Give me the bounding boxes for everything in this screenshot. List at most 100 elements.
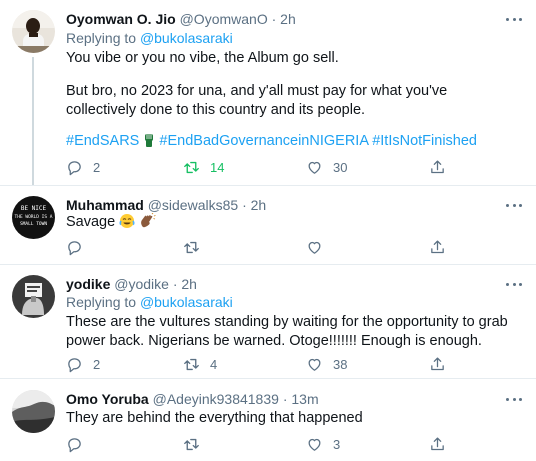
- retweet-icon: [184, 438, 199, 450]
- avatar[interactable]: [12, 390, 55, 433]
- tweet-omo-yoruba[interactable]: Omo Yoruba @Adeyink93841839 · 13m They a…: [0, 379, 536, 461]
- retweet-icon: [184, 358, 199, 370]
- user-handle[interactable]: @OyomwanO: [180, 11, 268, 27]
- replying-to: Replying to @bukolasaraki: [66, 293, 233, 311]
- avatar[interactable]: [12, 275, 55, 318]
- tweet-oyomwan[interactable]: Oyomwan O. Jio @OyomwanO · 2h Replying t…: [0, 0, 536, 185]
- replying-to: Replying to @bukolasaraki: [66, 29, 233, 47]
- timestamp[interactable]: 2h: [181, 276, 197, 292]
- hand-holding-sign-avatar-icon: [12, 275, 55, 318]
- more-options-icon[interactable]: [506, 16, 522, 22]
- tweet-header: yodike @yodike · 2h: [66, 275, 197, 293]
- svg-text:BE NICE: BE NICE: [21, 205, 47, 212]
- hashtag-link[interactable]: #EndSARS: [66, 133, 139, 149]
- retweet-icon: [184, 241, 199, 253]
- share-icon: [431, 239, 444, 253]
- separator-dot: ·: [282, 391, 288, 407]
- separator-dot: ·: [271, 11, 277, 27]
- svg-text:SMALL TOWN: SMALL TOWN: [20, 221, 47, 227]
- more-options-icon[interactable]: [506, 202, 522, 208]
- timestamp[interactable]: 2h: [280, 11, 296, 27]
- replying-to-link[interactable]: @bukolasaraki: [140, 294, 233, 310]
- timestamp[interactable]: 2h: [251, 197, 267, 213]
- user-handle[interactable]: @yodike: [114, 276, 169, 292]
- share-button[interactable]: [429, 355, 446, 373]
- share-button[interactable]: [429, 435, 446, 453]
- like-count: 38: [333, 356, 348, 372]
- more-options-icon[interactable]: [506, 281, 522, 287]
- clapping-hands-icon: [141, 213, 156, 228]
- tweet-actions: 3: [66, 435, 456, 453]
- share-button[interactable]: [429, 158, 446, 176]
- reply-button[interactable]: [66, 238, 83, 256]
- heart-icon: [308, 241, 321, 254]
- like-count: 3: [333, 436, 341, 452]
- retweet-button[interactable]: 14: [183, 158, 224, 176]
- tweet-text: But bro, no 2023 for una, and y'all must…: [66, 83, 448, 118]
- separator-dot: ·: [172, 276, 178, 292]
- avatar[interactable]: [12, 10, 55, 53]
- be-nice-avatar-icon: BE NICE THE WORLD IS A SMALL TOWN: [12, 196, 55, 239]
- tweet-text: You vibe or you no vibe, the Album go se…: [66, 50, 339, 66]
- reply-icon: [68, 357, 81, 372]
- thread-line: [32, 57, 34, 185]
- like-button[interactable]: 3: [306, 435, 340, 453]
- hashtag-link[interactable]: #ItIsNotFinished: [372, 133, 477, 149]
- heart-icon: [308, 161, 321, 174]
- heart-icon: [308, 358, 321, 371]
- svg-text:THE WORLD IS A: THE WORLD IS A: [15, 214, 53, 220]
- like-button[interactable]: 30: [306, 158, 347, 176]
- retweet-button[interactable]: 4: [183, 355, 217, 373]
- like-button[interactable]: 38: [306, 355, 347, 373]
- tweet-header: Oyomwan O. Jio @OyomwanO · 2h: [66, 10, 296, 28]
- raised-fist-icon: [145, 134, 154, 147]
- retweet-button[interactable]: [183, 238, 200, 256]
- display-name[interactable]: Oyomwan O. Jio: [66, 11, 176, 27]
- tweet-text-content: Savage: [66, 214, 116, 230]
- tweet-actions: [66, 238, 456, 256]
- display-name[interactable]: yodike: [66, 276, 110, 292]
- separator-dot: ·: [242, 197, 247, 213]
- user-handle[interactable]: @Adeyink93841839: [153, 391, 279, 407]
- more-options-icon[interactable]: [506, 396, 522, 402]
- like-count: 30: [333, 159, 348, 175]
- display-name[interactable]: Muhammad: [66, 197, 144, 213]
- replying-to-label: Replying to: [66, 30, 140, 46]
- share-button[interactable]: [429, 238, 446, 256]
- landscape-photo-avatar-icon: [12, 390, 55, 433]
- share-icon: [431, 356, 444, 370]
- reply-icon: [68, 437, 81, 452]
- retweet-count: 14: [210, 159, 225, 175]
- share-icon: [431, 159, 444, 173]
- reply-button[interactable]: [66, 435, 83, 453]
- tweet-text: They are behind the everything that happ…: [66, 410, 363, 426]
- tweet-muhammad[interactable]: BE NICE THE WORLD IS A SMALL TOWN Muhamm…: [0, 186, 536, 264]
- share-icon: [431, 436, 444, 450]
- retweet-count: 4: [210, 356, 218, 372]
- reply-icon: [68, 160, 81, 175]
- tweet-yodike[interactable]: yodike @yodike · 2h Replying to @bukolas…: [0, 265, 536, 378]
- display-name[interactable]: Omo Yoruba: [66, 391, 149, 407]
- tweet-header: Muhammad @sidewalks85 · 2h: [66, 196, 266, 214]
- retweet-button[interactable]: [183, 435, 200, 453]
- reply-button[interactable]: 2: [66, 158, 100, 176]
- user-handle[interactable]: @sidewalks85: [148, 197, 238, 213]
- timestamp[interactable]: 13m: [291, 391, 318, 407]
- tweet-actions: 2 14 30: [66, 158, 456, 176]
- tweet-actions: 2 4 38: [66, 355, 456, 373]
- person-photo-avatar-icon: [12, 10, 55, 53]
- tweet-header: Omo Yoruba @Adeyink93841839 · 13m: [66, 390, 319, 408]
- reply-icon: [68, 240, 81, 255]
- reply-button[interactable]: 2: [66, 355, 100, 373]
- replying-to-label: Replying to: [66, 294, 140, 310]
- tweet-text: These are the vultures standing by waiti…: [66, 314, 508, 349]
- avatar[interactable]: BE NICE THE WORLD IS A SMALL TOWN: [12, 196, 55, 239]
- like-button[interactable]: [306, 238, 323, 256]
- replying-to-link[interactable]: @bukolasaraki: [140, 30, 233, 46]
- heart-icon: [308, 438, 321, 451]
- retweet-icon: [184, 161, 199, 173]
- tweet-text: Savage: [66, 213, 521, 232]
- hashtag-link[interactable]: #EndBadGovernanceinNIGERIA: [159, 133, 368, 149]
- face-with-tears-of-joy-icon: [119, 214, 135, 228]
- hashtag-line: #EndSARS #EndBadGovernanceinNIGERIA #ItI…: [66, 132, 477, 151]
